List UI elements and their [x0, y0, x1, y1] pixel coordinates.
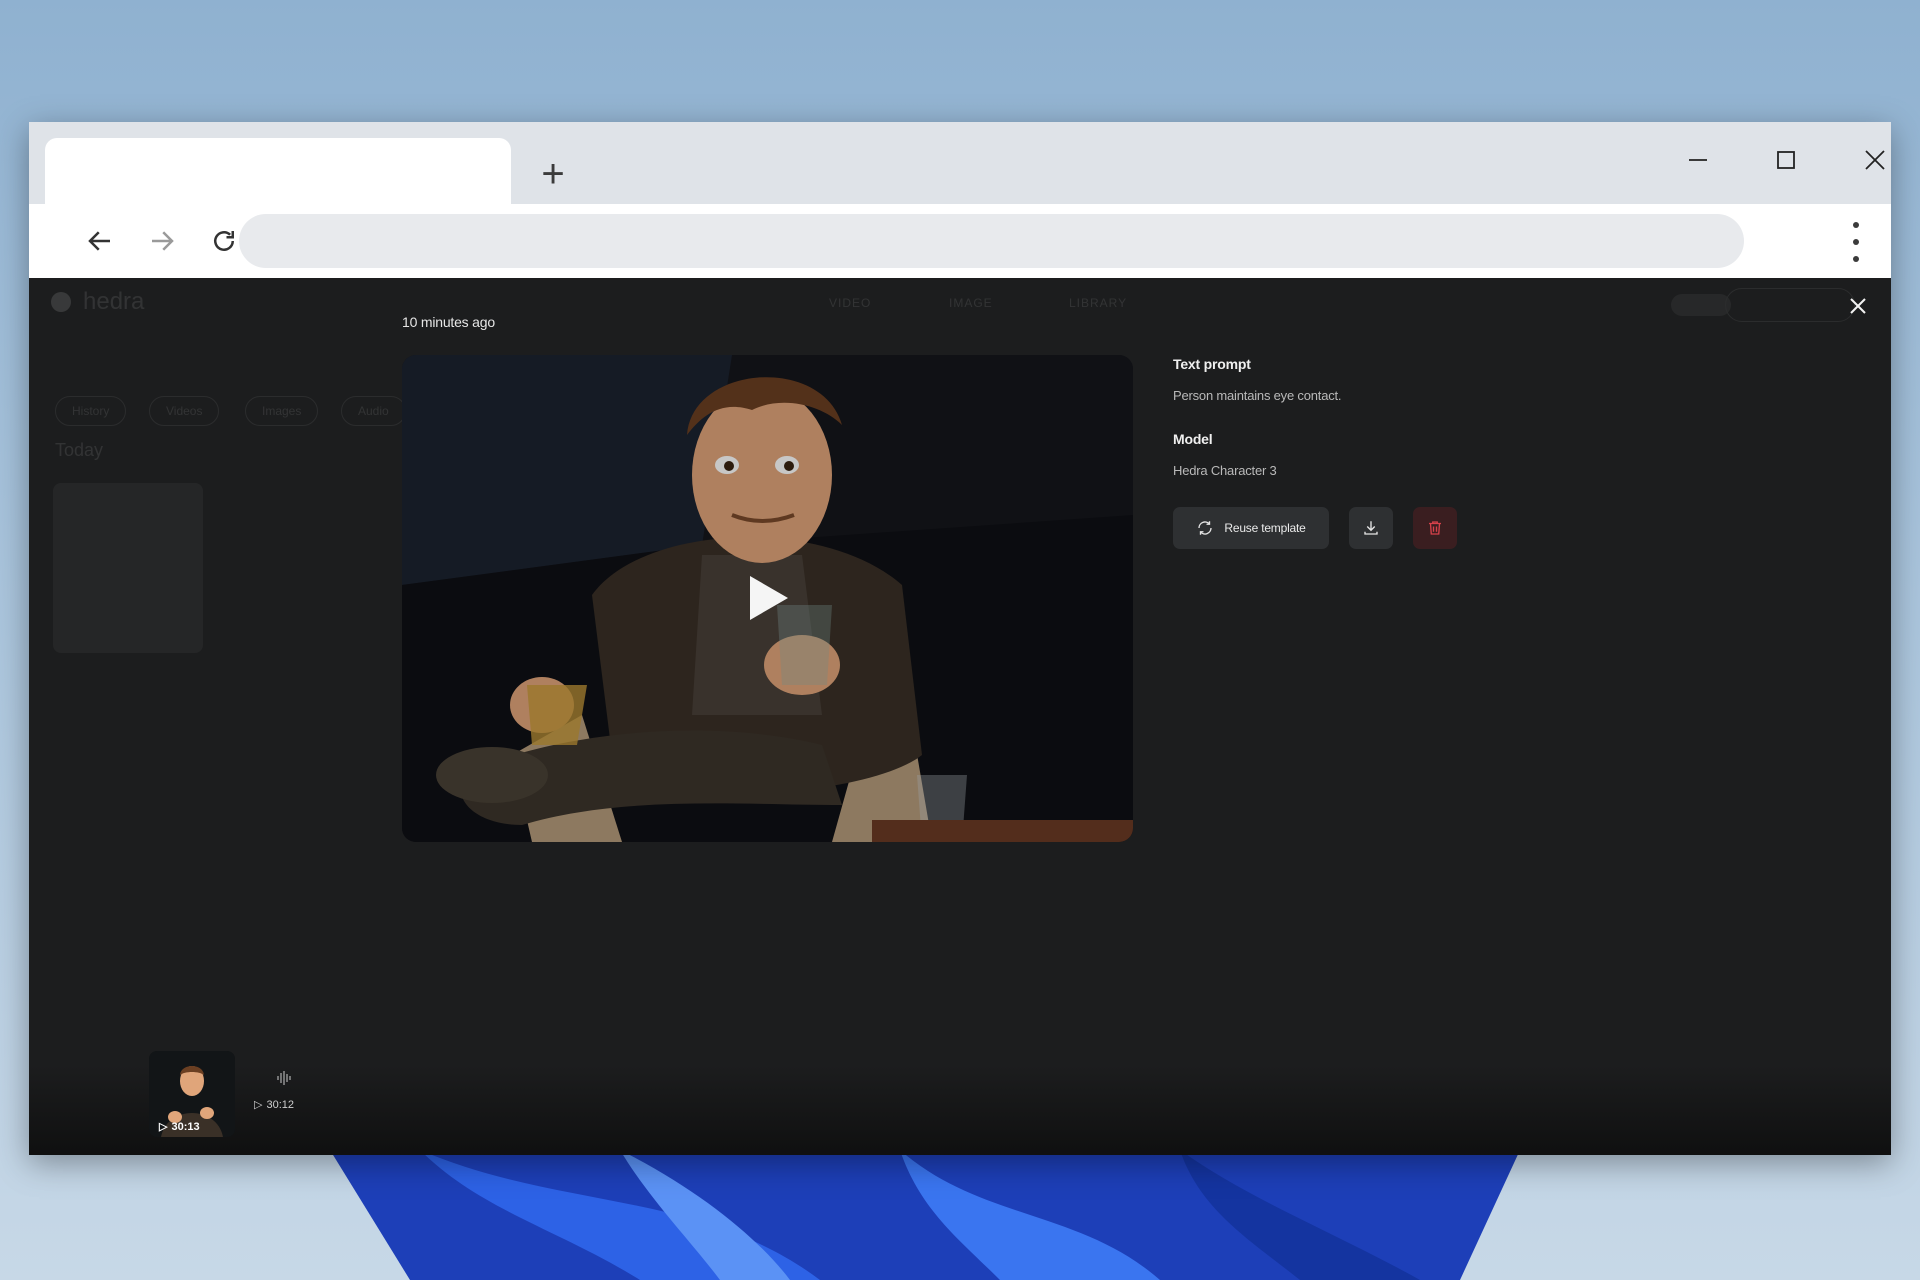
model-value: Hedra Character 3 [1173, 463, 1277, 478]
video-thumbnail[interactable]: ▷ 30:13 [149, 1051, 235, 1137]
upgrade-button [1725, 288, 1855, 322]
reuse-template-label: Reuse template [1224, 521, 1306, 535]
section-today: Today [55, 440, 104, 460]
audio-item[interactable]: ▷ 30:12 [254, 1068, 314, 1128]
minimize-button[interactable] [1668, 138, 1728, 182]
model-label: Model [1173, 431, 1213, 447]
browser-menu-button[interactable] [1849, 222, 1863, 262]
action-buttons: Reuse template [1173, 507, 1457, 549]
logo-icon [51, 292, 71, 312]
download-icon [1364, 521, 1378, 535]
nav-image: IMAGE [949, 296, 993, 310]
desktop-wallpaper [0, 1150, 1920, 1280]
download-button[interactable] [1349, 507, 1393, 549]
close-icon [1850, 298, 1866, 314]
video-player[interactable] [402, 355, 1133, 842]
nav-library: LIBRARY [1069, 296, 1128, 310]
trash-icon [1429, 521, 1441, 535]
credits-badge [1671, 294, 1731, 316]
close-detail-button[interactable] [1846, 294, 1870, 318]
nav-video: VIDEO [829, 296, 872, 310]
logo-text: hedra [83, 288, 145, 315]
back-button[interactable] [77, 218, 123, 264]
filter-images: Images [245, 396, 319, 426]
reload-icon [214, 231, 234, 251]
audio-duration: ▷ 30:12 [254, 1098, 294, 1112]
title-bar: + [29, 122, 1891, 208]
play-small-icon: ▷ [254, 1099, 263, 1111]
close-icon [1865, 150, 1885, 170]
maximize-button[interactable] [1756, 138, 1816, 182]
filter-videos: Videos [149, 396, 220, 426]
video-duration-text: 30:13 [171, 1120, 200, 1133]
video-duration: ▷ 30:13 [159, 1120, 200, 1134]
audio-duration-text: 30:12 [266, 1098, 294, 1111]
address-bar[interactable] [239, 214, 1744, 268]
filter-history: History [55, 396, 127, 426]
minimize-icon [1689, 159, 1707, 161]
play-small-icon: ▷ [159, 1121, 168, 1133]
refresh-icon [1198, 521, 1213, 535]
text-prompt-label: Text prompt [1173, 356, 1251, 372]
reuse-template-button[interactable]: Reuse template [1173, 507, 1329, 549]
play-icon [750, 576, 788, 620]
app-logo: hedra [51, 288, 144, 316]
arrow-left-icon [88, 231, 110, 251]
browser-tab[interactable] [45, 138, 511, 208]
maximize-icon [1777, 151, 1795, 169]
details-panel: Text prompt Person maintains eye contact… [1173, 356, 1673, 478]
browser-window: + hedra VIDEO IMAGE LIBRARY History Vide… [29, 122, 1891, 1155]
browser-toolbar [29, 204, 1891, 278]
background-thumbnail [53, 483, 203, 653]
page-viewport: hedra VIDEO IMAGE LIBRARY History Videos… [29, 278, 1891, 1155]
arrow-right-icon [152, 231, 174, 251]
forward-button[interactable] [139, 218, 185, 264]
delete-button[interactable] [1413, 507, 1457, 549]
filter-audio: Audio [341, 396, 406, 426]
close-window-button[interactable] [1845, 138, 1891, 182]
text-prompt-value: Person maintains eye contact. [1173, 388, 1342, 403]
waveform-icon [277, 1071, 291, 1085]
new-tab-button[interactable]: + [529, 150, 577, 198]
timestamp: 10 minutes ago [402, 314, 495, 330]
